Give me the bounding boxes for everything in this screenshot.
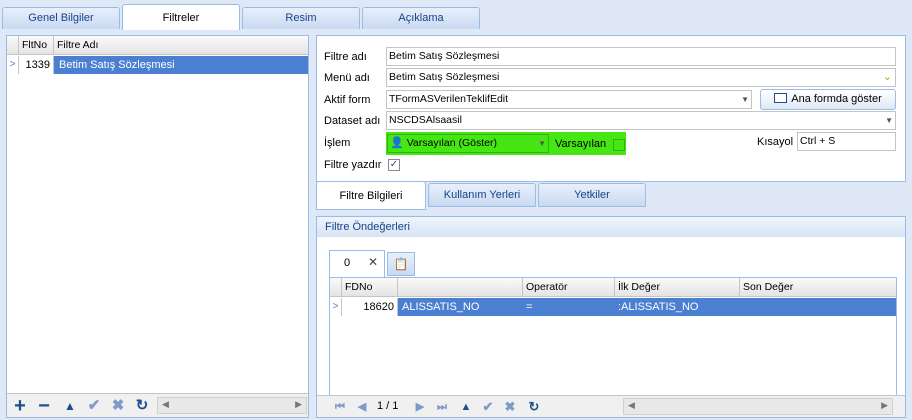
aktif-form-select[interactable]: TFormASVerilenTeklifEdit ▼ — [386, 90, 752, 109]
clipboard-icon[interactable]: 📋 — [387, 252, 415, 276]
first-record-icon[interactable]: ⏮ — [329, 397, 351, 417]
inner-tab-0[interactable]: 0 ✕ — [329, 250, 385, 277]
table-row[interactable]: 18620 ALISSATIS_NO = :ALISSATIS_NO — [342, 298, 896, 316]
menu-adi-field[interactable]: Betim Satış Sözleşmesi ⌄ — [386, 68, 896, 87]
tab-filtreler[interactable]: Filtreler — [122, 4, 240, 30]
move-up-icon[interactable]: ▲ — [59, 396, 81, 416]
col-header-filtre-adi[interactable]: Filtre Adı — [54, 36, 308, 55]
aktif-form-label: Aktif form — [324, 94, 371, 106]
kisayol-field[interactable]: Ctrl + S — [797, 132, 896, 151]
prev-record-icon[interactable]: ◀ — [351, 397, 373, 417]
window-icon — [774, 93, 788, 103]
scroll-left-icon[interactable]: ◀ — [162, 399, 169, 410]
indicator-header — [7, 36, 19, 55]
tab-resim[interactable]: Resim — [242, 7, 360, 29]
dataset-value: NSCDSAlsaasil — [389, 114, 462, 126]
pager-text: 1 / 1 — [377, 400, 399, 412]
left-navigator: + − ▲ ✔ ✖ ↻ ◀ ▶ — [7, 393, 308, 417]
cancel-x-icon[interactable]: ✖ — [499, 397, 521, 417]
move-up-icon[interactable]: ▲ — [455, 397, 477, 417]
ondeger-grid-header: FDNo Operatör İlk Değer Son Değer — [330, 278, 896, 297]
cell-field: ALISSATIS_NO — [402, 301, 480, 313]
filtre-adi-label: Filtre adı — [324, 51, 367, 63]
grid-navigator: ⏮ ◀ 1 / 1 ▶ ⏭ ▲ ✔ ✖ ↻ ◀ ▶ — [317, 395, 905, 417]
tab-genel-bilgiler[interactable]: Genel Bilgiler — [2, 7, 120, 29]
islem-label: İşlem — [324, 137, 351, 149]
indicator-header — [330, 278, 342, 297]
group-title: Filtre Öndeğerleri — [317, 217, 905, 237]
cell-fdno: 18620 — [342, 298, 398, 316]
scroll-right-icon[interactable]: ▶ — [881, 400, 888, 411]
ana-forma-goster-button[interactable]: Ana formda göster — [760, 89, 896, 110]
cell-filtre-adi: Betim Satış Sözleşmesi — [59, 59, 175, 71]
islem-select[interactable]: 👤 Varsayılan (Göster) ▼ — [387, 134, 549, 153]
scroll-left-icon[interactable]: ◀ — [628, 400, 635, 411]
kisayol-label: Kısayol — [757, 136, 794, 148]
ana-forma-goster-label: Ana formda göster — [791, 93, 882, 105]
col-header-fdno[interactable]: FDNo — [342, 278, 398, 297]
cancel-x-icon[interactable]: ✖ — [107, 396, 129, 416]
add-icon[interactable]: + — [9, 396, 31, 416]
row-indicator-icon: > — [7, 56, 19, 74]
dataset-select[interactable]: NSCDSAlsaasil ▼ — [386, 111, 896, 130]
tab-filtre-bilgileri[interactable]: Filtre Bilgileri — [316, 181, 426, 210]
cell-fltno: 1339 — [19, 56, 54, 74]
chevron-double-down-icon[interactable]: ⌄ — [883, 69, 892, 86]
aktif-form-value: TFormASVerilenTeklifEdit — [389, 93, 509, 105]
filtre-yazdir-label: Filtre yazdır — [324, 159, 382, 171]
col-header-ilk-deger[interactable]: İlk Değer — [615, 278, 740, 297]
chevron-down-icon[interactable]: ▼ — [538, 135, 546, 152]
scroll-right-icon[interactable]: ▶ — [295, 399, 302, 410]
varsayilan-checkbox[interactable] — [613, 139, 625, 151]
col-header-fltno[interactable]: FltNo — [19, 36, 54, 55]
horizontal-scrollbar[interactable]: ◀ ▶ — [157, 397, 307, 414]
user-icon: 👤 — [390, 137, 404, 149]
chevron-down-icon[interactable]: ▼ — [741, 91, 749, 108]
col-header-son-deger[interactable]: Son Değer — [740, 278, 896, 297]
delete-icon[interactable]: − — [33, 396, 55, 416]
filter-grid-header: FltNo Filtre Adı — [7, 36, 308, 55]
table-row[interactable]: 1339 Betim Satış Sözleşmesi — [19, 56, 308, 74]
next-record-icon[interactable]: ▶ — [409, 397, 431, 417]
dataset-label: Dataset adı — [324, 115, 381, 127]
last-record-icon[interactable]: ⏭ — [431, 397, 453, 417]
cell-operator: = — [526, 301, 533, 313]
varsayilan-label: Varsayılan — [555, 138, 607, 150]
inner-tab-label: 0 — [344, 257, 351, 269]
refresh-icon[interactable]: ↻ — [131, 396, 153, 416]
refresh-icon[interactable]: ↻ — [523, 397, 545, 417]
filtre-adi-field[interactable]: Betim Satış Sözleşmesi — [386, 47, 896, 66]
filter-details-panel: Filtre adı Betim Satış Sözleşmesi Menü a… — [316, 35, 906, 182]
chevron-down-icon[interactable]: ▼ — [885, 112, 893, 129]
post-check-icon[interactable]: ✔ — [83, 396, 105, 416]
col-header-operator[interactable]: Operatör — [523, 278, 615, 297]
menu-adi-value: Betim Satış Sözleşmesi — [389, 71, 500, 83]
post-check-icon[interactable]: ✔ — [477, 397, 499, 417]
filter-list-panel: FltNo Filtre Adı > 1339 Betim Satış Sözl… — [6, 35, 309, 418]
islem-value: Varsayılan (Göster) — [406, 137, 497, 149]
filtre-yazdir-checkbox[interactable]: ✓ — [388, 159, 400, 171]
filtre-ondegerleri-group: Filtre Öndeğerleri 0 ✕ 📋 FDNo Operatör İ… — [316, 216, 906, 418]
tab-aciklama[interactable]: Açıklama — [362, 7, 480, 29]
tab-yetkiler[interactable]: Yetkiler — [538, 183, 646, 207]
cell-ilk-deger: :ALISSATIS_NO — [618, 301, 699, 313]
row-indicator-icon: > — [330, 298, 342, 316]
horizontal-scrollbar[interactable]: ◀ ▶ — [623, 398, 893, 415]
top-tab-bar: Genel Bilgiler Filtreler Resim Açıklama — [0, 0, 912, 30]
menu-adi-label: Menü adı — [324, 72, 370, 84]
col-header-field[interactable] — [398, 278, 523, 297]
close-icon[interactable]: ✕ — [368, 255, 378, 269]
tab-kullanim-yerleri[interactable]: Kullanım Yerleri — [428, 183, 536, 207]
